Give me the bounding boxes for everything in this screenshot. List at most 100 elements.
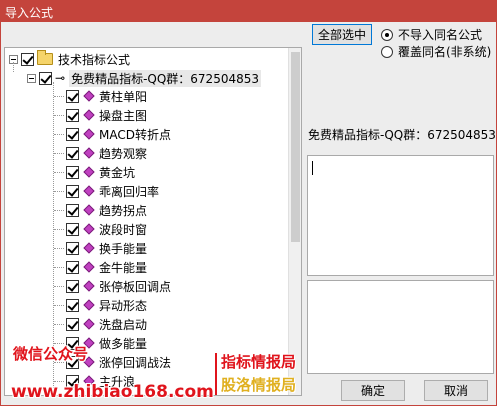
ok-button[interactable]: 确定: [341, 380, 405, 401]
tree-item-label: MACD转折点: [99, 127, 171, 142]
window-title: 导入公式: [5, 6, 54, 20]
tree-group-node[interactable]: ⊸ 免费精品指标-QQ群：672504853: [27, 69, 261, 87]
watermark-brand: 指标情报局 股洛情报局: [221, 351, 299, 395]
formula-gem-icon: [83, 204, 95, 216]
item-checkbox[interactable]: [66, 184, 79, 198]
tree-item-label: 涨停回调战法: [99, 355, 172, 370]
item-checkbox[interactable]: [66, 165, 79, 179]
tree-item-label: 异动形态: [99, 298, 148, 313]
formula-gem-icon: [83, 109, 95, 121]
tree-item[interactable]: 黄金坑: [66, 163, 135, 181]
tree-item[interactable]: 乖离回归率: [66, 182, 159, 200]
tree-line: [54, 286, 64, 287]
tree-item[interactable]: 趋势观察: [66, 144, 147, 162]
formula-gem-icon: [83, 147, 95, 159]
tree-line: [54, 115, 64, 116]
root-label: 技术指标公式: [58, 52, 131, 67]
window-titlebar: 导入公式: [0, 0, 497, 22]
formula-gem-icon: [83, 128, 95, 140]
formula-gem-icon: [83, 299, 95, 311]
formula-gem-icon: [83, 223, 95, 235]
tree-item[interactable]: 张停板回调点: [66, 277, 171, 295]
tree-item-label: 做多能量: [99, 336, 148, 351]
formula-gem-icon: [83, 261, 95, 273]
formula-gem-icon: [83, 166, 95, 178]
tree-item[interactable]: 金牛能量: [66, 258, 147, 276]
tree-item-label: 趋势拐点: [99, 203, 148, 218]
tree-line: [54, 248, 64, 249]
collapse-toggle-icon[interactable]: [27, 73, 36, 83]
formula-gem-icon: [83, 242, 95, 254]
tree-line: [54, 96, 64, 97]
radio-overwrite-label: 覆盖同名(非系统): [398, 45, 492, 59]
item-checkbox[interactable]: [66, 317, 79, 331]
tree-root-node[interactable]: 技术指标公式: [9, 50, 130, 68]
scrollbar-thumb[interactable]: [291, 52, 300, 242]
tree-item-label: 洗盘启动: [99, 317, 148, 332]
tree-item[interactable]: 操盘主图: [66, 106, 147, 124]
selected-name-label: 免费精品指标-QQ群：672504853: [308, 128, 496, 142]
formula-gem-icon: [83, 90, 95, 102]
formula-gem-icon: [83, 185, 95, 197]
folder-icon: [37, 50, 53, 65]
tree-item-label: 黄柱单阳: [99, 89, 148, 104]
tree-item-label: 张停板回调点: [99, 279, 172, 294]
formula-gem-icon: [83, 280, 95, 292]
item-checkbox[interactable]: [66, 127, 79, 141]
tree-item[interactable]: 趋势拐点: [66, 201, 147, 219]
tree-scrollbar[interactable]: [288, 48, 301, 395]
tree-item-label: 操盘主图: [99, 108, 148, 123]
dialog-body: 技术指标公式 ⊸ 免费精品指标-QQ群：672504853 黄柱单阳操盘主图 MA…: [0, 22, 497, 406]
tree-item[interactable]: 波段时窗: [66, 220, 147, 238]
item-checkbox[interactable]: [66, 298, 79, 312]
watermark-brand-line2: 股洛情报局: [221, 376, 297, 394]
group-checkbox[interactable]: [39, 71, 52, 85]
tree-line: [54, 153, 64, 154]
tree-item[interactable]: 洗盘启动: [66, 315, 147, 333]
tree-item[interactable]: 换手能量: [66, 239, 147, 257]
radio-no-import[interactable]: 不导入同名公式: [381, 26, 482, 43]
item-checkbox[interactable]: [66, 222, 79, 236]
item-checkbox[interactable]: [66, 241, 79, 255]
item-checkbox[interactable]: [66, 279, 79, 293]
tree-line: [54, 324, 64, 325]
tree-line: [13, 62, 14, 72]
text-caret: [312, 161, 313, 175]
tree-line: [54, 267, 64, 268]
radio-no-import-indicator[interactable]: [381, 28, 393, 41]
root-checkbox[interactable]: [21, 52, 34, 66]
tree-line: [54, 305, 64, 306]
item-checkbox[interactable]: [66, 203, 79, 217]
tree-item[interactable]: 黄柱单阳: [66, 87, 147, 105]
tree-item[interactable]: 异动形态: [66, 296, 147, 314]
formula-gem-icon: [83, 318, 95, 330]
watermark-wechat: 微信公众号: [13, 345, 89, 363]
watermark-bracket: [215, 353, 219, 395]
item-checkbox[interactable]: [66, 260, 79, 274]
tree-line: [54, 134, 64, 135]
tree-item-label: 乖离回归率: [99, 184, 160, 199]
item-checkbox[interactable]: [66, 146, 79, 160]
group-label: 免费精品指标-QQ群：672504853: [69, 69, 261, 87]
tree-line: [54, 210, 64, 211]
item-checkbox[interactable]: [66, 108, 79, 122]
tree-item-label: 趋势观察: [99, 146, 148, 161]
select-all-button[interactable]: 全部选中: [312, 24, 372, 45]
tree-line: [54, 191, 64, 192]
formula-detail-box[interactable]: [307, 280, 494, 374]
tree-line: [54, 172, 64, 173]
tree-item-label: 换手能量: [99, 241, 148, 256]
tree-item-label: 波段时窗: [99, 222, 148, 237]
tree-item[interactable]: MACD转折点: [66, 125, 171, 143]
tree-line: [54, 229, 64, 230]
item-checkbox[interactable]: [66, 89, 79, 103]
key-icon: ⊸: [55, 71, 66, 85]
watermark-url: www.zhibiao168.com: [11, 382, 214, 402]
radio-no-import-label: 不导入同名公式: [398, 28, 483, 42]
tree-item-label: 黄金坑: [99, 165, 136, 180]
radio-overwrite[interactable]: 覆盖同名(非系统): [381, 43, 491, 60]
radio-overwrite-indicator[interactable]: [381, 45, 393, 58]
cancel-button[interactable]: 取消: [424, 380, 488, 401]
formula-description-box[interactable]: [307, 155, 494, 276]
watermark-brand-line1: 指标情报局: [221, 353, 297, 371]
